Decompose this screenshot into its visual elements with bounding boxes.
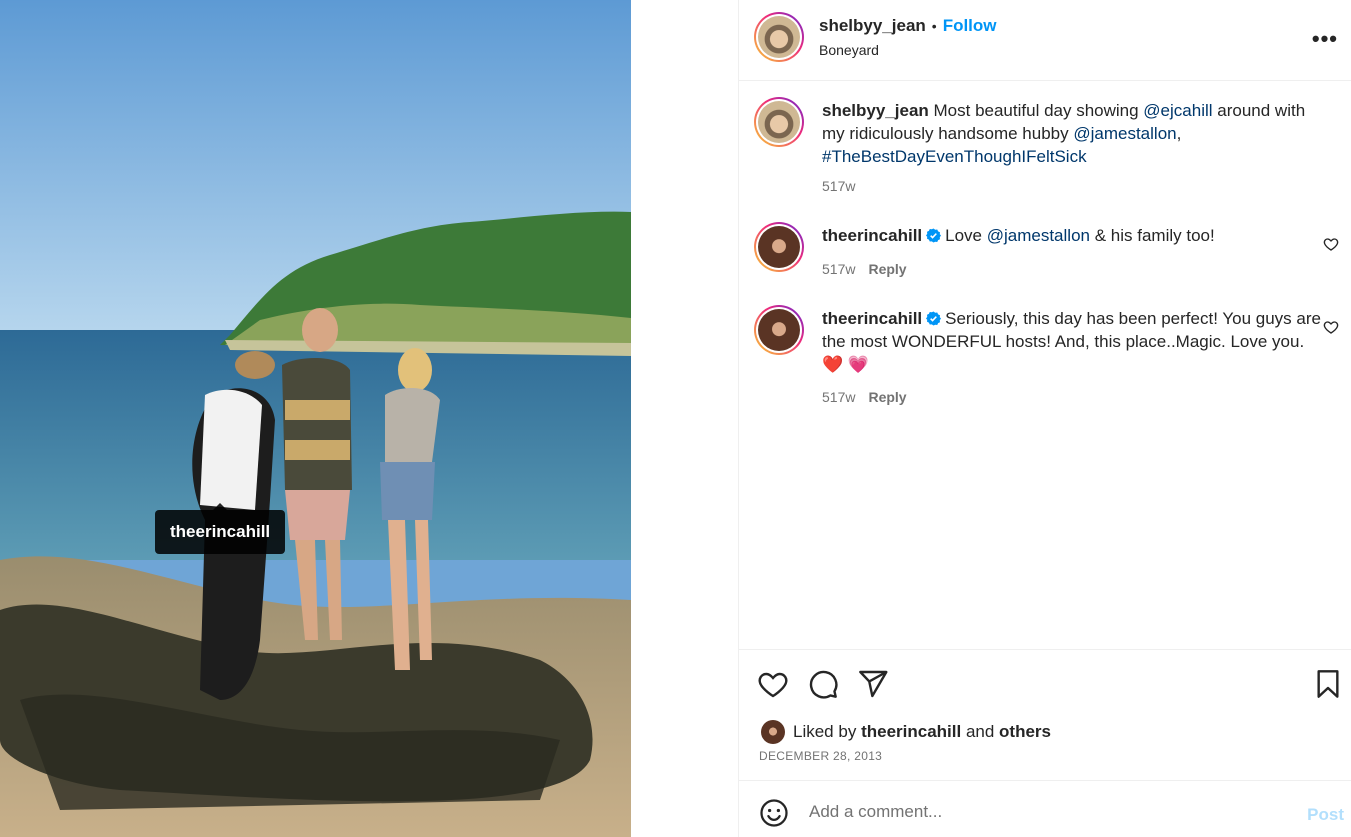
- verified-badge-icon: [926, 311, 942, 326]
- caption-timestamp[interactable]: 517w: [822, 178, 855, 194]
- follow-button[interactable]: Follow: [943, 16, 997, 36]
- location-link[interactable]: Boneyard: [819, 42, 879, 58]
- emoji-text: ❤️ 💗: [822, 355, 870, 374]
- comment-text-part: & his family too!: [1089, 226, 1215, 245]
- like-heart-icon[interactable]: [757, 668, 789, 700]
- caption-avatar[interactable]: [754, 97, 804, 147]
- liker-avatar[interactable]: [761, 720, 785, 744]
- more-options-icon[interactable]: •••: [1312, 26, 1338, 52]
- comment-meta: 517w Reply: [822, 261, 907, 277]
- comment-item: theerincahill Love @jamestallon & his fam…: [754, 222, 1339, 282]
- post-photo[interactable]: theerincahill: [0, 0, 631, 837]
- commenter-username[interactable]: theerincahill: [822, 226, 922, 245]
- comment-bubble-icon[interactable]: [807, 668, 839, 700]
- liked-by-prefix: Liked by: [793, 722, 857, 741]
- save-bookmark-icon[interactable]: [1312, 668, 1344, 700]
- caption: shelbyy_jean Most beautiful day showing …: [754, 97, 1339, 207]
- post-actions: Liked by theerincahill and others DECEMB…: [739, 649, 1351, 780]
- liked-by-user[interactable]: theerincahill: [861, 722, 961, 742]
- post-date[interactable]: DECEMBER 28, 2013: [759, 749, 882, 763]
- mention-link[interactable]: @ejcahill: [1143, 101, 1212, 120]
- verified-badge-icon: [926, 228, 942, 243]
- reply-button[interactable]: Reply: [868, 389, 906, 405]
- commenter-avatar[interactable]: [754, 305, 804, 355]
- comment-timestamp[interactable]: 517w: [822, 261, 855, 277]
- avatar-image: [758, 309, 800, 351]
- comment-text: theerincahill Love @jamestallon & his fam…: [822, 224, 1322, 247]
- comment-timestamp[interactable]: 517w: [822, 389, 855, 405]
- avatar-image: [758, 101, 800, 143]
- emoji-picker-icon[interactable]: [759, 798, 789, 828]
- separator-dot: •: [931, 18, 937, 34]
- caption-username[interactable]: shelbyy_jean: [822, 101, 929, 120]
- avatar-image: [758, 16, 800, 58]
- post-header: shelbyy_jean • Follow Boneyard •••: [739, 0, 1351, 81]
- caption-meta: 517w: [822, 178, 855, 194]
- mention-link[interactable]: @jamestallon: [1073, 124, 1176, 143]
- comment-item: theerincahill Seriously, this day has bee…: [754, 305, 1339, 405]
- comment-input[interactable]: [809, 798, 1269, 826]
- like-comment-heart-icon[interactable]: [1323, 236, 1339, 252]
- liked-by-others[interactable]: others: [999, 722, 1051, 742]
- author-username[interactable]: shelbyy_jean: [819, 16, 926, 36]
- comment-text: theerincahill Seriously, this day has bee…: [822, 307, 1322, 376]
- caption-text: shelbyy_jean Most beautiful day showing …: [822, 99, 1322, 168]
- caption-text-part: Most beautiful day showing: [928, 101, 1144, 120]
- commenter-username[interactable]: theerincahill: [822, 309, 922, 328]
- post-comment-button[interactable]: Post: [1307, 805, 1344, 825]
- liked-by-and: and: [965, 722, 995, 741]
- reply-button[interactable]: Reply: [868, 261, 906, 277]
- caption-text-part: ,: [1176, 124, 1182, 143]
- like-comment-heart-icon[interactable]: [1323, 319, 1339, 335]
- comment-meta: 517w Reply: [822, 389, 907, 405]
- avatar-image: [758, 226, 800, 268]
- liked-by-summary: Liked by theerincahill and others: [761, 720, 1051, 744]
- commenter-avatar[interactable]: [754, 222, 804, 272]
- author-avatar[interactable]: [754, 12, 804, 62]
- mention-link[interactable]: @jamestallon: [987, 226, 1090, 245]
- user-tag-label[interactable]: theerincahill: [155, 503, 286, 554]
- share-send-icon[interactable]: [857, 668, 889, 700]
- comment-text-part: Love: [945, 226, 987, 245]
- beach-photo-image: [0, 0, 631, 837]
- add-comment-bar: Post: [739, 780, 1351, 837]
- hashtag-link[interactable]: #TheBestDayEvenThoughIFeltSick: [822, 147, 1087, 166]
- post-details-panel: shelbyy_jean • Follow Boneyard ••• shelb…: [738, 0, 1351, 837]
